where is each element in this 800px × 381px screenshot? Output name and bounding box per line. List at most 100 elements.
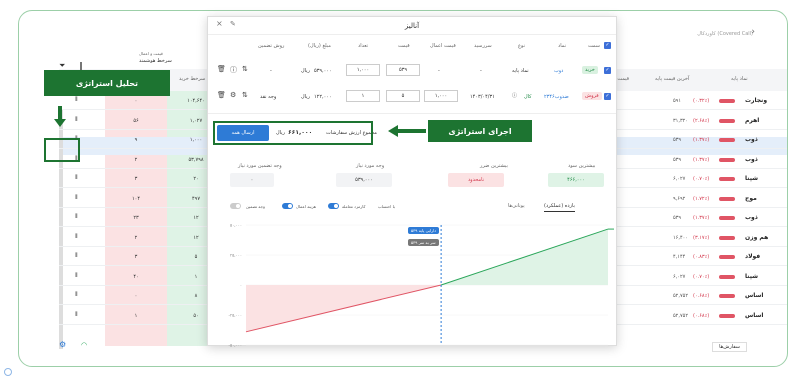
analysis-icon[interactable]: ⫴ xyxy=(75,213,78,221)
h-margin: روش تضمین xyxy=(258,43,285,49)
row-change: (۰.۷۰٪) xyxy=(693,176,710,182)
row-symbol[interactable]: اهرم xyxy=(745,117,759,124)
leg1-symbol[interactable]: ذوب xyxy=(554,68,563,74)
row-change: (۰.۸۳٪) xyxy=(693,254,710,260)
analysis-icon[interactable]: ⫴ xyxy=(75,233,78,241)
orders-button[interactable]: سفارش‌ها xyxy=(712,342,747,352)
legs-divider xyxy=(208,113,616,114)
required-label: وجه مورد نیاز xyxy=(356,163,385,169)
leg1-strike: - xyxy=(438,68,440,74)
leg2-qty-input[interactable]: ۱ xyxy=(346,90,380,102)
leg1-refresh-icon[interactable]: ⇅ xyxy=(242,65,248,73)
sell-indicator xyxy=(719,255,735,259)
row-base-price: ۱۶,۴۰۰ xyxy=(673,234,689,241)
leg2-delete-icon[interactable]: 🗑 xyxy=(217,91,226,99)
analysis-icon[interactable]: ⫴ xyxy=(75,252,78,260)
sell-indicator xyxy=(719,196,735,201)
guarantee-value: ۰ xyxy=(230,173,274,187)
row-base-price: ۶,۰۲۷ xyxy=(673,176,686,182)
edit-icon[interactable]: ✎ xyxy=(230,20,236,28)
row-symbol[interactable]: هم وزن xyxy=(745,234,768,241)
row-change: (۰.۳۲٪) xyxy=(693,98,710,104)
row-symbol[interactable]: شپنا xyxy=(745,273,758,280)
col-symbol: نماد پایه xyxy=(731,76,748,82)
row-change: (۱.۷۲٪) xyxy=(693,195,710,202)
row-symbol[interactable]: موج xyxy=(745,195,757,202)
col-last-price: آخرین قیمت پایه xyxy=(655,76,690,82)
sell-indicator xyxy=(719,99,735,103)
leg2-settings-icon[interactable]: ⚙ xyxy=(230,91,236,99)
row-symbol[interactable]: ونجارت xyxy=(745,97,767,104)
row-sell-value: ۰ xyxy=(134,98,138,104)
leg1-delete-icon[interactable]: 🗑 xyxy=(217,65,226,73)
row-change: (۰.۶۸٪) xyxy=(693,293,710,299)
modal-divider xyxy=(208,34,616,35)
leg2-checkbox[interactable]: ✓ xyxy=(604,93,611,100)
h-strike: قیمت اعمال xyxy=(430,43,456,49)
row-symbol[interactable]: فولاد xyxy=(745,253,760,260)
sell-indicator xyxy=(719,216,735,220)
row-sell-value: ۰ xyxy=(134,293,138,299)
toggle-margin[interactable] xyxy=(230,203,241,209)
select-all-checkbox[interactable]: ✓ xyxy=(604,42,611,49)
toggle-exercise[interactable] xyxy=(282,203,293,209)
leg2-info-icon[interactable]: ⓘ xyxy=(512,92,517,99)
sell-indicator xyxy=(719,157,735,162)
analysis-icon[interactable]: ⫴ xyxy=(75,116,78,124)
analysis-icon[interactable]: ⫴ xyxy=(75,96,78,104)
settings-icon[interactable]: ⚙ xyxy=(59,340,66,349)
leg2-due: ۱۴۰۳/۰۴/۳۱ xyxy=(470,94,495,100)
wifi-icon: ◠ xyxy=(81,341,88,349)
row-symbol[interactable]: اساس xyxy=(745,312,764,319)
sell-indicator xyxy=(719,177,735,181)
row-change: (۱.۳۷٪) xyxy=(693,215,710,221)
row-symbol[interactable]: اساس xyxy=(745,292,764,299)
analysis-icon[interactable]: ⫴ xyxy=(75,174,78,182)
required-value: ۵۳۹,۰۰۰ xyxy=(336,173,392,187)
row-sell-value: ۲ xyxy=(134,234,138,241)
row-base-price: ۳۱,۳۲۰ xyxy=(673,117,689,124)
leg1-price-input[interactable]: ۵۳۹ xyxy=(386,64,420,76)
analysis-icon[interactable]: ⫴ xyxy=(75,311,78,319)
leg2-strike-input[interactable]: ۱,۰۰۰ xyxy=(424,90,458,102)
leg2-symbol[interactable]: ضذوب۲۳۴۶ xyxy=(544,94,569,100)
analysis-icon[interactable]: ⫴ xyxy=(75,291,78,299)
toggle-margin-label: وجه تضمین xyxy=(246,204,265,209)
leg2-price-input[interactable]: ۵ xyxy=(386,90,420,102)
row-change: (۲.۶۸٪) xyxy=(693,117,710,124)
leg1-info-icon[interactable]: ⓘ xyxy=(230,65,237,75)
y-tick-label: -۵۰,۰۰۰ xyxy=(229,343,242,348)
background-close-icon[interactable]: › xyxy=(751,27,755,37)
pause-icon[interactable]: ‖ xyxy=(79,61,83,70)
row-symbol[interactable]: ذوب xyxy=(745,156,758,163)
leg1-unit: ریال xyxy=(301,68,310,74)
row-change: (۳.۱۷٪) xyxy=(693,234,710,241)
h-type: نوع xyxy=(518,43,525,49)
row-symbol[interactable]: ذوب xyxy=(745,136,758,143)
analysis-icon[interactable]: ⫴ xyxy=(75,194,78,202)
arrow-stem-left xyxy=(398,129,426,133)
tab-greeks[interactable]: یونانی‌ها xyxy=(508,203,525,209)
analyze-label: تحلیل استراتژی xyxy=(44,70,170,96)
sell-indicator xyxy=(719,294,735,298)
h-amount: مبلغ (ریال) xyxy=(308,43,331,49)
row-base-price: ۵۳۹ xyxy=(673,137,682,143)
analyze-highlight xyxy=(44,138,80,162)
max-profit-label: بیشترین سود xyxy=(568,163,596,169)
leg1-checkbox[interactable]: ✓ xyxy=(604,67,611,74)
leg1-qty-input[interactable]: ۱,۰۰۰ xyxy=(346,64,380,76)
toggle-fee[interactable] xyxy=(328,203,339,209)
h-due: سررسید xyxy=(474,43,492,49)
toggle-fee-label: کارمزد معامله xyxy=(342,204,366,209)
close-icon[interactable]: × xyxy=(216,19,223,28)
row-base-price: ۵۳۹ xyxy=(673,215,682,221)
leg2-refresh-icon[interactable]: ⇅ xyxy=(242,91,248,99)
leg2-unit: ریال xyxy=(301,94,310,100)
arrow-left-icon xyxy=(388,125,398,137)
row-change: (۰.۷۰٪) xyxy=(693,273,710,280)
sell-indicator xyxy=(719,274,735,279)
row-symbol[interactable]: ذوب xyxy=(745,214,758,221)
analysis-icon[interactable]: ⫴ xyxy=(75,272,78,280)
row-symbol[interactable]: شپنا xyxy=(745,175,758,182)
tab-performance[interactable]: بازده (عملکرد) xyxy=(544,203,575,212)
